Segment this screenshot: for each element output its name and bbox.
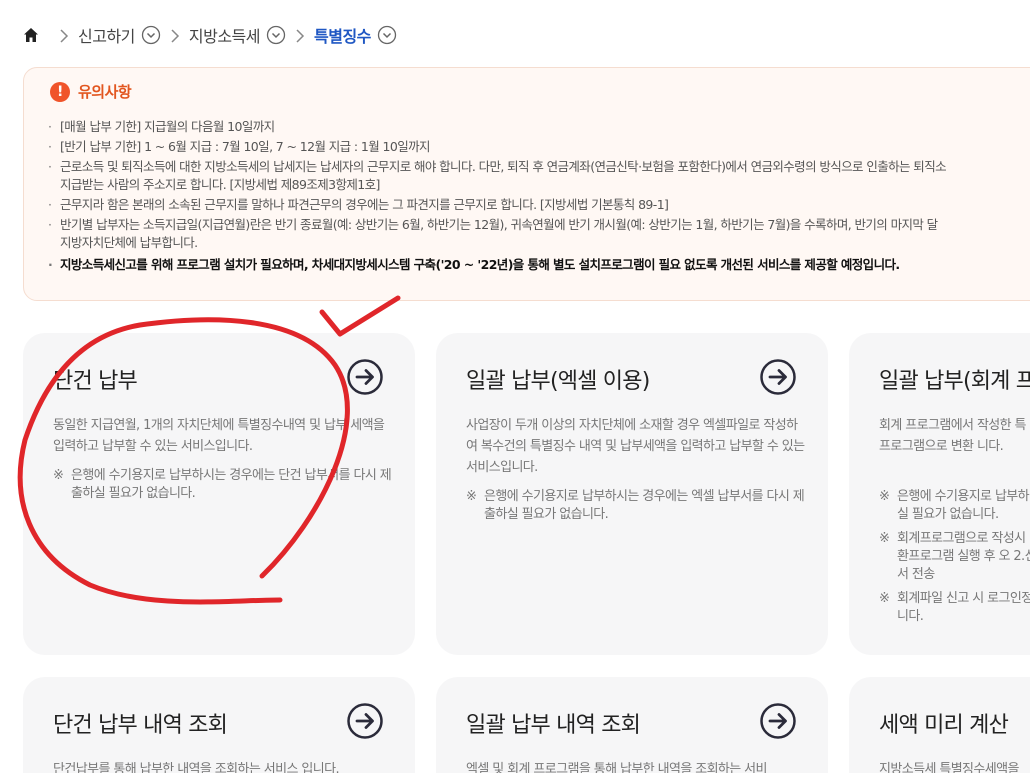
- card-note: ※ 은행에 수기용지로 납부하시는 경우에는 엑셀 납부서를 다시 제출하실 필요…: [466, 488, 806, 524]
- card-title: 일괄 납부(엑셀 이용): [466, 369, 650, 394]
- chevron-right-icon: [294, 28, 306, 43]
- note-mark: ※: [879, 489, 890, 504]
- notice-item: 근로소득 및 퇴직소득에 대한 지방소득세의 납세지는 납세자의 근무지로 해야…: [48, 158, 1030, 194]
- breadcrumb-label: 특별징수: [314, 27, 371, 46]
- card-title: 단건 납부: [53, 369, 138, 394]
- card-note: ※ 회계파일 신고 시 로그인정 합니다.: [879, 590, 1030, 626]
- notice-item: [반기 납부 기한] 1 ~ 6월 지급 : 7월 10일, 7 ~ 12월 지…: [48, 138, 1030, 156]
- card-title: 단건 납부 내역 조회: [53, 713, 228, 738]
- breadcrumb-label: 신고하기: [78, 27, 135, 46]
- card-description: 사업장이 두개 이상의 자치단체에 소재할 경우 엑셀파일로 작성하여 복수건의…: [466, 418, 805, 475]
- note-text: 은행에 수기용지로 납부하시는 경우에는 엑셀 납부서를 다시 제출하실 필요가…: [484, 489, 805, 522]
- notice-item-text: 지방소득세신고를 위해 프로그램 설치가 필요하며, 차세대지방세시스템 구축(…: [60, 257, 900, 272]
- chevron-right-icon: [58, 28, 70, 43]
- arrow-right-circle-icon[interactable]: [347, 359, 383, 395]
- card-note: ※ 회계프로그램으로 작성시 1.변환프로그램 실행 후 오 2.신고서 전송: [879, 530, 1030, 584]
- card-description: 회계 프로그램에서 작성한 특 택스 변환프로그램으로 변환 니다.: [879, 418, 1030, 454]
- note-text: 회계파일 신고 시 로그인정 합니다.: [897, 591, 1030, 624]
- note-text: 은행에 수기용지로 납부하 하실 필요가 없습니다.: [897, 489, 1030, 522]
- notice-item: 근무지라 함은 본래의 소속된 근무지를 말하나 파견근무의 경우에는 그 파견…: [48, 196, 1030, 214]
- card-bulk-accounting[interactable]: 일괄 납부(회계 프 회계 프로그램에서 작성한 특 택스 변환프로그램으로 변…: [849, 333, 1030, 655]
- card-description: 동일한 지급연월, 1개의 자치단체에 특별징수내역 및 납부 세액을 입력하고…: [53, 418, 385, 454]
- breadcrumb-item-special-withholding[interactable]: 특별징수: [314, 23, 397, 47]
- notice-item-continuation: 지급받는 사람의 주소지로 합니다. [지방세법 제89조제3항제1호]: [60, 177, 380, 192]
- notice-item-text: 반기별 납부자는 소득지급일(지급연월)란은 반기 종료월(예: 상반기는 6월…: [60, 217, 938, 232]
- note-mark: ※: [879, 591, 890, 606]
- exclamation-icon: !: [50, 81, 70, 102]
- card-note: ※ 은행에 수기용지로 납부하 하실 필요가 없습니다.: [879, 488, 1030, 524]
- card-single-payment[interactable]: 단건 납부 동일한 지급연월, 1개의 자치단체에 특별징수내역 및 납부 세액…: [23, 333, 415, 655]
- note-mark: ※: [53, 468, 64, 483]
- card-notes: ※ 은행에 수기용지로 납부하 하실 필요가 없습니다. ※ 회계프로그램으로 작성…: [879, 488, 1030, 632]
- notice-item: [매월 납부 기한] 지급월의 다음월 10일까지: [48, 118, 1030, 136]
- card-description: 엑셀 및 회계 프로그램을 통해 납부한 내역을 조회하는 서비: [466, 762, 768, 773]
- arrow-right-circle-icon[interactable]: [347, 703, 383, 739]
- card-notes: ※ 은행에 수기용지로 납부하시는 경우에는 단건 납부서를 다시 제출하실 필요…: [53, 467, 393, 509]
- arrow-right-circle-icon[interactable]: [760, 703, 796, 739]
- breadcrumb-item-report[interactable]: 신고하기: [78, 23, 161, 47]
- chevron-down-icon[interactable]: [141, 25, 161, 45]
- breadcrumb-item-local-income-tax[interactable]: 지방소득세: [189, 23, 286, 47]
- notice-item-text: 근무지라 함은 본래의 소속된 근무지를 말하나 파견근무의 경우에는 그 파견…: [60, 197, 669, 212]
- card-note: ※ 은행에 수기용지로 납부하시는 경우에는 단건 납부서를 다시 제출하실 필요…: [53, 467, 393, 503]
- card-title: 일괄 납부(회계 프: [879, 369, 1030, 394]
- notice-item-text: [반기 납부 기한] 1 ~ 6월 지급 : 7월 10일, 7 ~ 12월 지…: [60, 139, 431, 154]
- notice-box: ! 유의사항 [매월 납부 기한] 지급월의 다음월 10일까지 [반기 납부 …: [23, 67, 1030, 301]
- note-text: 은행에 수기용지로 납부하시는 경우에는 단건 납부서를 다시 제출하실 필요가…: [71, 468, 392, 501]
- card-single-history[interactable]: 단건 납부 내역 조회 단건납부를 통해 납부한 내역을 조회하는 서비스 입니…: [23, 677, 415, 773]
- card-title: 일괄 납부 내역 조회: [466, 713, 641, 738]
- notice-item-continuation: 지방자치단체에 납부합니다.: [60, 235, 198, 250]
- note-mark: ※: [879, 531, 890, 546]
- notice-item-text: [매월 납부 기한] 지급월의 다음월 10일까지: [60, 119, 275, 134]
- annotation-check: [319, 295, 401, 337]
- home-icon[interactable]: [22, 26, 40, 44]
- card-description: 단건납부를 통해 납부한 내역을 조회하는 서비스 입니다.: [53, 762, 340, 773]
- notice-item-text: 근로소득 및 퇴직소득에 대한 지방소득세의 납세지는 납세자의 근무지로 해야…: [60, 159, 947, 174]
- chevron-down-icon[interactable]: [266, 25, 286, 45]
- notice-list: [매월 납부 기한] 지급월의 다음월 10일까지 [반기 납부 기한] 1 ~…: [48, 118, 1030, 276]
- card-bulk-history[interactable]: 일괄 납부 내역 조회 엑셀 및 회계 프로그램을 통해 납부한 내역을 조회하…: [436, 677, 828, 773]
- chevron-down-icon[interactable]: [377, 25, 397, 45]
- notice-item-important: 지방소득세신고를 위해 프로그램 설치가 필요하며, 차세대지방세시스템 구축(…: [48, 256, 1030, 274]
- note-mark: ※: [466, 489, 477, 504]
- chevron-right-icon: [169, 28, 181, 43]
- card-notes: ※ 은행에 수기용지로 납부하시는 경우에는 엑셀 납부서를 다시 제출하실 필요…: [466, 488, 806, 530]
- notice-title-text: 유의사항: [78, 83, 132, 101]
- card-description: 지방소득세 특별징수세액을: [879, 762, 1019, 773]
- notice-item: 반기별 납부자는 소득지급일(지급연월)란은 반기 종료월(예: 상반기는 6월…: [48, 216, 1030, 252]
- notice-title: ! 유의사항: [50, 81, 132, 102]
- breadcrumb: 신고하기 지방소득세 특별징수: [22, 22, 397, 48]
- card-title: 세액 미리 계산: [879, 713, 1009, 738]
- breadcrumb-label: 지방소득세: [188, 27, 261, 46]
- card-tax-calc[interactable]: 세액 미리 계산 지방소득세 특별징수세액을: [849, 677, 1030, 773]
- card-bulk-excel[interactable]: 일괄 납부(엑셀 이용) 사업장이 두개 이상의 자치단체에 소재할 경우 엑셀…: [436, 333, 828, 655]
- note-text: 회계프로그램으로 작성시 1.변환프로그램 실행 후 오 2.신고서 전송: [897, 531, 1030, 582]
- arrow-right-circle-icon[interactable]: [760, 359, 796, 395]
